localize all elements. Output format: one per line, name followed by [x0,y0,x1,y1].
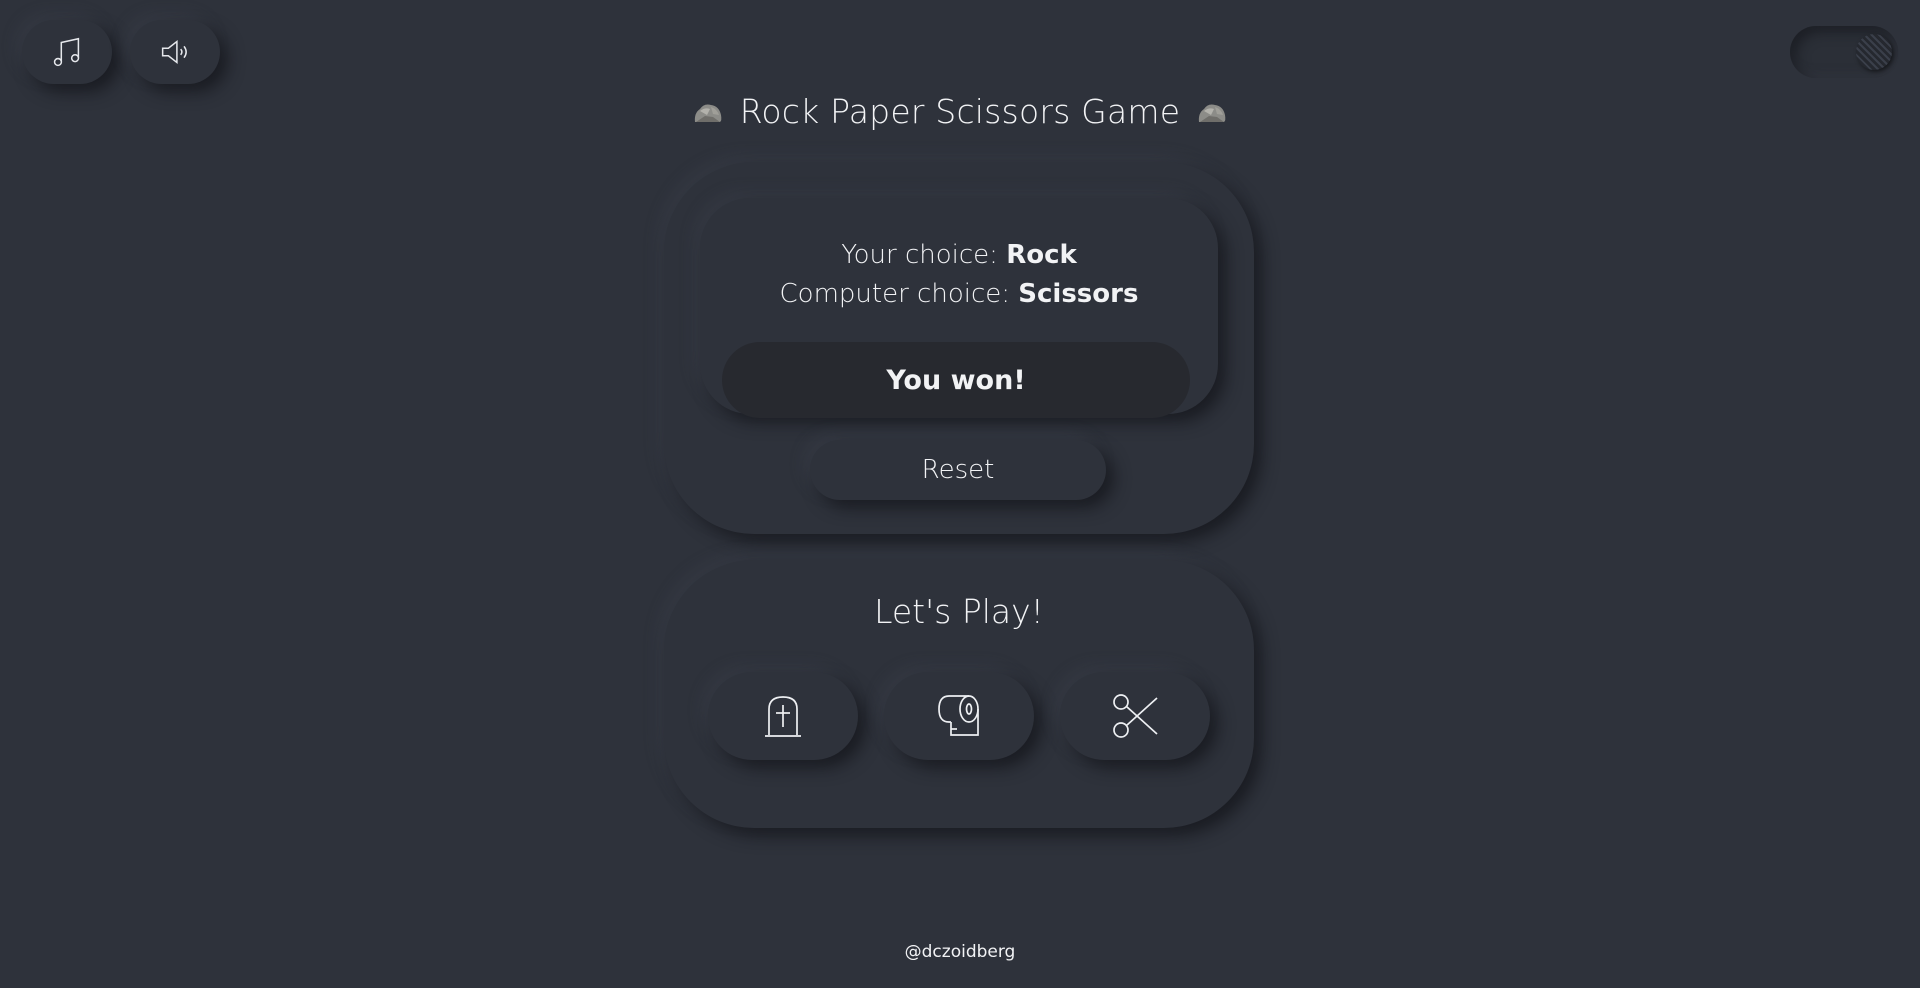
result-box: Your choice: Rock Computer choice: Sciss… [700,198,1218,418]
theme-toggle-switch[interactable] [1790,26,1898,78]
tombstone-icon [765,696,801,737]
toggle-knob [1856,34,1892,70]
scissors-choice-button[interactable] [1060,672,1210,760]
play-panel: Let's Play! [664,560,1254,828]
your-choice-value: Rock [1006,240,1077,270]
rock-emoji-icon [1198,104,1226,122]
outcome-banner: You won! [722,342,1190,418]
footer-credit: @dczoidberg [904,942,1016,962]
rock-emoji-icon [694,104,722,122]
music-note-icon [53,37,80,67]
computer-choice-value: Scissors [1018,279,1139,309]
rock-choice-button[interactable] [708,672,858,760]
paper-choice-button[interactable] [884,672,1034,760]
your-choice-label: Your choice: [841,240,998,270]
computer-choice-line: Computer choice: Scissors [700,279,1218,309]
speaker-icon [161,39,187,65]
page-title: Rock Paper Scissors Game [0,92,1920,131]
your-choice-line: Your choice: Rock [700,240,1218,270]
music-toggle-button[interactable] [22,20,112,84]
sound-toggle-button[interactable] [130,20,220,84]
reset-button[interactable]: Reset [810,440,1106,500]
toilet-paper-icon [938,695,979,736]
result-panel: Your choice: Rock Computer choice: Sciss… [664,162,1254,534]
scissors-icon [1113,694,1158,738]
computer-choice-label: Computer choice: [779,279,1011,309]
play-heading: Let's Play! [874,592,1044,631]
title-text: Rock Paper Scissors Game [739,92,1181,131]
